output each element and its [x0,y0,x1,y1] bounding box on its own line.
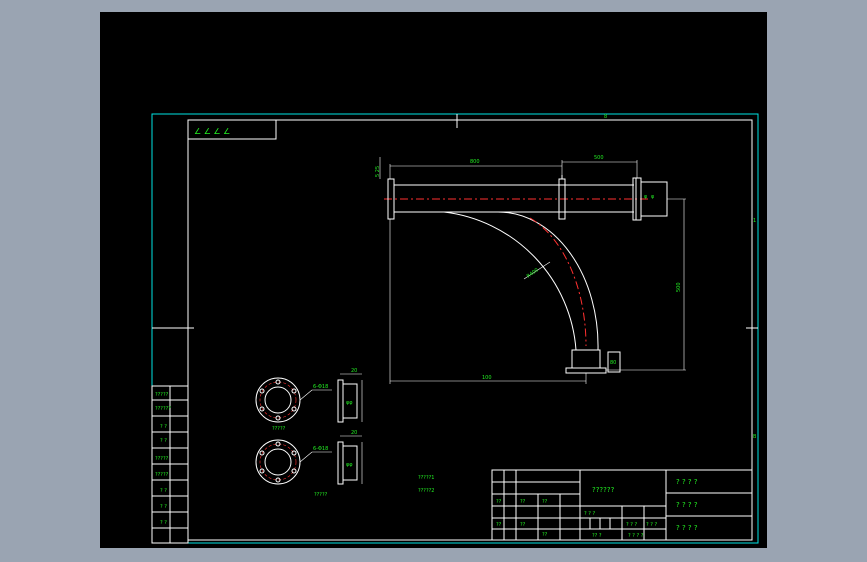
elbow-flange [565,367,607,374]
flange-2-thickness: 20 [351,430,357,436]
title-small-label: ?? [520,499,526,505]
drawing-sheet: 8 1 B ∠ ∠ ∠ ∠ φ φ 80 R400 800 500 5 25 5… [100,12,767,548]
flange-2-hole [259,450,265,456]
title-small-label: ?? [496,522,502,528]
flange-1-leader [299,389,313,401]
left-strip-cell: ????? [155,392,169,398]
dim-vertical-height: 500 [676,282,682,292]
title-small-label: ?? [542,532,548,538]
title-small-label: ?? [496,499,502,505]
zone-label-right-lower: B [753,434,757,440]
flange-2-hole [259,468,265,474]
drawing-title: ?????? [592,486,615,494]
flange-2-leader [299,451,313,463]
title-mid-cell: ? ? ? [626,522,637,528]
note-1: ?????1 [418,475,434,481]
left-strip-cell: ????? [155,456,169,462]
flange-2-hole-note: 6-Φ18 [313,446,328,452]
title-right-cell: ? ? ? ? [676,524,698,532]
elbow-flange-dim: 80 [610,360,616,366]
flange-2-side-mark: φφ [346,462,353,468]
zone-label-top: 8 [604,114,607,120]
left-strip-cell: ????? [155,472,169,478]
left-strip-cell: ? ? [160,438,167,444]
title-right-cell: ? ? ? ? [676,478,698,486]
elbow-flange-neck [571,349,601,369]
flange-1-hole [259,406,265,412]
title-right-cell: ? ? ? ? [676,501,698,509]
title-footer-right: ? ? ? ? [628,533,644,539]
left-strip-cell: ?????? [155,406,171,412]
note-2: ?????2 [418,488,434,494]
cad-drawing-canvas[interactable]: 8 1 B ∠ ∠ ∠ ∠ φ φ 80 R400 800 500 5 25 5… [100,12,767,548]
flange-2-bore [264,448,292,476]
flange-1-hole [291,388,297,394]
dim-bottom-length: 100 [482,375,492,381]
flange-2-outer [255,439,301,485]
title-small-label: ?? [542,499,548,505]
title-footer-left: ?? ? [592,533,602,539]
flange-2-caption: ????? [314,492,328,498]
title-small-label: ?? [520,522,526,528]
elbow-centerline [529,217,587,347]
dim-top-right: 500 [594,155,604,161]
title-mid-cell: ? ? ? [646,522,657,528]
flange-1-hole-note: 6-Φ18 [313,384,328,390]
right-flange-dim-b: φ [651,194,655,200]
surface-finish-symbols: ∠ ∠ ∠ ∠ [194,127,230,136]
left-strip-cell: ? ? [160,520,167,526]
zone-label-right-upper: 1 [753,218,756,224]
dim-top-left: 800 [470,159,480,165]
outer-frame [151,113,759,544]
flange-1-hole [259,388,265,394]
bend-radius-dim: R400 [526,267,540,279]
flange-1-outer [255,377,301,423]
flange-1-bore [264,386,292,414]
flange-1-side-plate [337,379,344,423]
flange-1-side-mark: φφ [346,400,353,406]
flange-1-thickness: 20 [351,368,357,374]
flange-2-hole [291,450,297,456]
left-strip-cell: ? ? [160,488,167,494]
title-mid-cell: ? ? ? [584,511,595,517]
elbow-inner-arc [443,211,577,351]
dim-left-small-label: 5 25 [375,166,381,177]
flange-2-side-plate [337,441,344,485]
left-strip-cell: ? ? [160,504,167,510]
left-strip-cell: ? ? [160,424,167,430]
flange-1-caption: ????? [272,426,286,432]
